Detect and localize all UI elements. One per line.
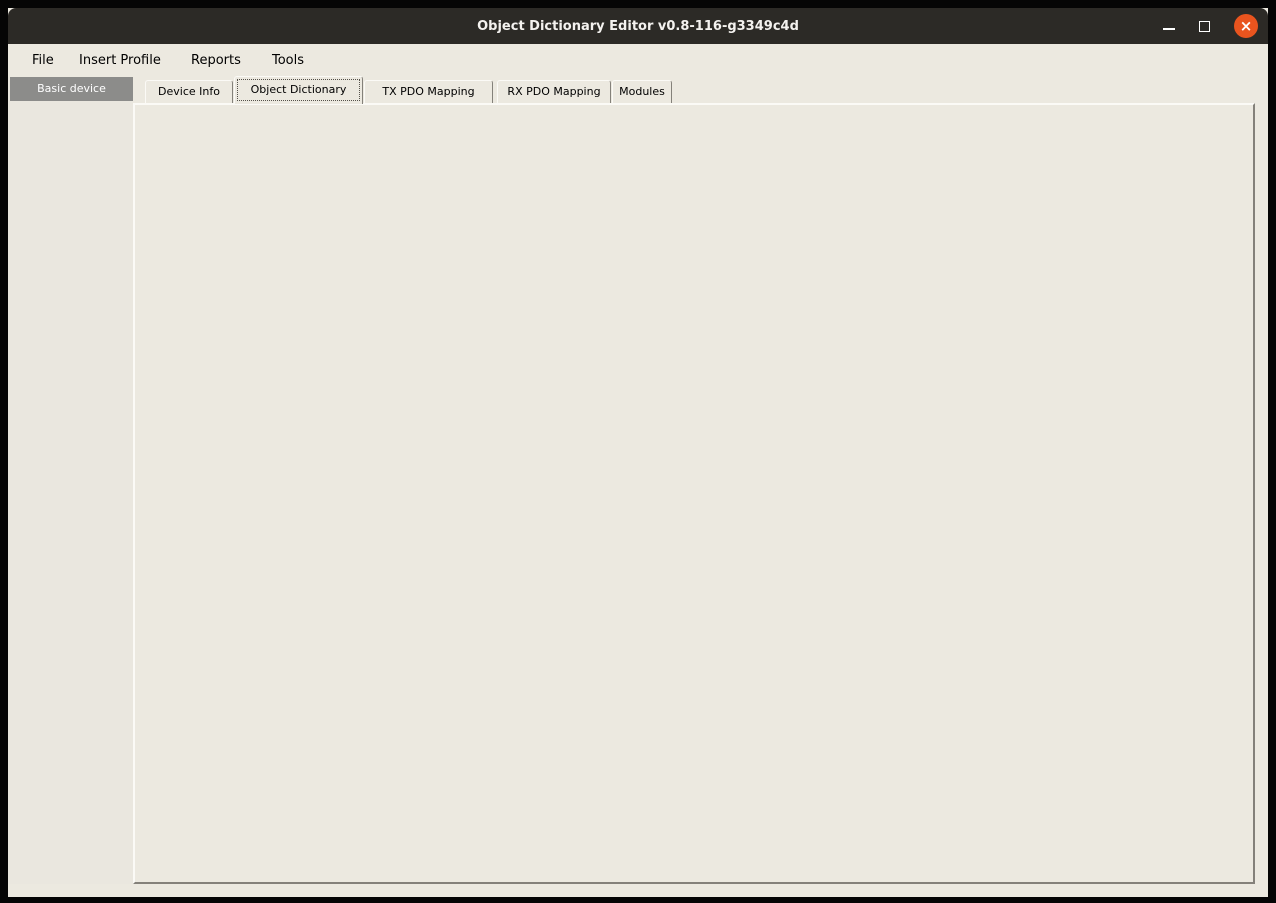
sidebar-item-basic-device[interactable]: Basic device — [10, 77, 133, 101]
tab-modules[interactable]: Modules — [612, 80, 672, 103]
menu-tools[interactable]: Tools — [268, 44, 308, 77]
menu-reports[interactable]: Reports — [187, 44, 245, 77]
minimize-icon[interactable] — [1163, 28, 1175, 30]
menu-insert-profile[interactable]: Insert Profile — [75, 44, 165, 77]
menu-file[interactable]: File — [28, 44, 58, 77]
menu-bar: File Insert Profile Reports Tools — [8, 44, 1268, 77]
app-window: Object Dictionary Editor v0.8-116-g3349c… — [8, 8, 1268, 897]
tab-device-info[interactable]: Device Info — [145, 80, 233, 103]
tab-object-dictionary[interactable]: Object Dictionary — [234, 76, 363, 104]
window-title: Object Dictionary Editor v0.8-116-g3349c… — [477, 19, 799, 34]
device-sidebar: Basic device — [8, 77, 133, 884]
close-icon[interactable]: × — [1234, 14, 1258, 38]
title-bar: Object Dictionary Editor v0.8-116-g3349c… — [8, 8, 1268, 44]
notebook-pane — [133, 103, 1255, 884]
maximize-icon[interactable] — [1199, 21, 1210, 32]
tab-tx-pdo-mapping[interactable]: TX PDO Mapping — [364, 80, 493, 103]
tab-rx-pdo-mapping[interactable]: RX PDO Mapping — [497, 80, 611, 103]
